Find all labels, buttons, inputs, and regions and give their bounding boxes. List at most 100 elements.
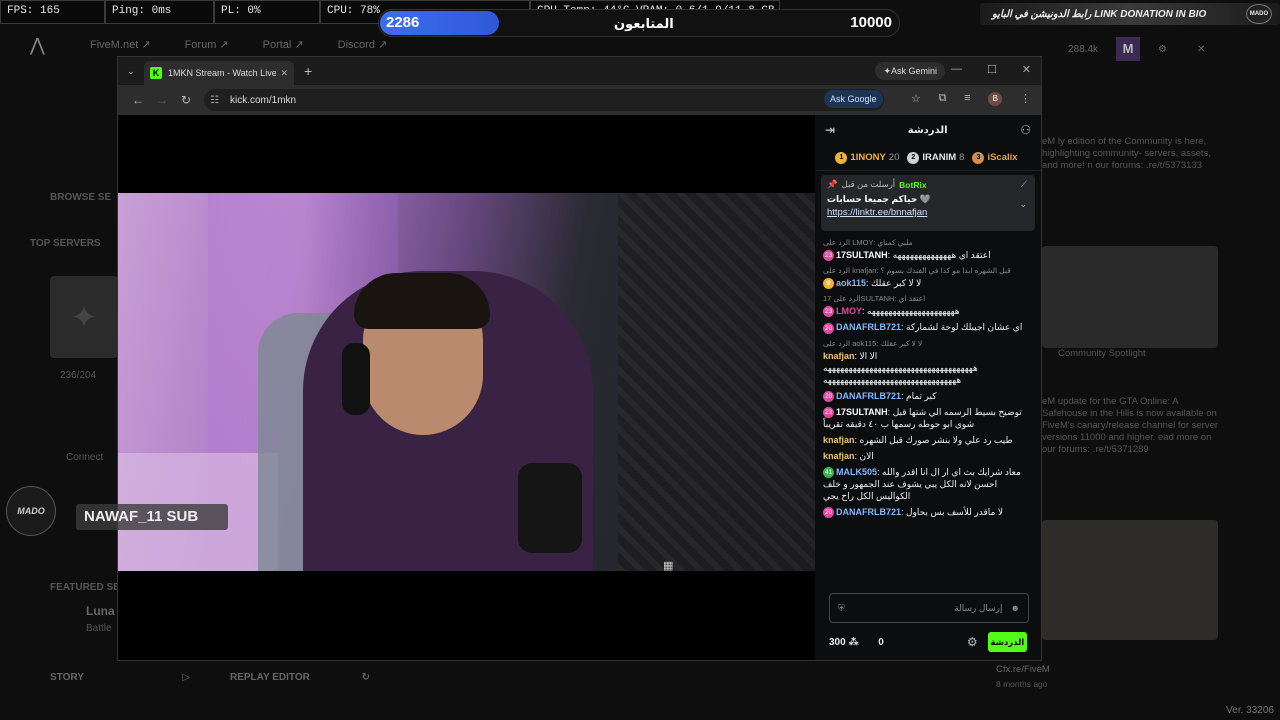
fivem-nav: ⋀ FiveM.net ↗ Forum ↗ Portal ↗ Discord ↗ — [30, 36, 450, 56]
chat-username[interactable]: knafjan — [823, 435, 855, 445]
forward-icon[interactable]: → — [150, 93, 174, 107]
chat-message[interactable]: knafjan: طيب رد علي ولا بنشر صورك قبل ال… — [823, 434, 1033, 446]
tab-kick-stream[interactable]: K 1MKN Stream - Watch Live on K ✕ — [144, 61, 294, 85]
chat-message[interactable]: الرد على aok115: لا لا كبر عقلك knafjan: … — [823, 338, 1033, 386]
pinned-user[interactable]: BotRix — [899, 180, 926, 190]
chat-users-icon[interactable]: ⚇ — [1020, 123, 1031, 137]
nav-portal[interactable]: Portal ↗ — [263, 38, 304, 56]
chat-username[interactable]: DANAFRLB721 — [836, 391, 901, 401]
news-item-2-image[interactable] — [1042, 520, 1218, 640]
address-bar[interactable]: ☷ kick.com/1mkn — [204, 89, 884, 111]
chat-username[interactable]: MALK505 — [836, 467, 877, 477]
settings-gear-icon[interactable]: ⚙ — [1158, 44, 1167, 55]
message-line: 20 DANAFRLB721: لا ماقدر للأسف بس بحاول — [823, 506, 1003, 518]
video-player[interactable]: ▦ — [118, 115, 815, 660]
emoji-icon[interactable]: ☻ — [1011, 603, 1020, 613]
nav-discord[interactable]: Discord ↗ — [338, 38, 388, 56]
message-line: knafjan: الا الا ههههههههههههههههههههههه… — [823, 350, 978, 385]
news-item-1-image[interactable] — [1042, 246, 1218, 348]
collapse-chat-icon[interactable]: ⇥ — [825, 123, 835, 137]
tab-search-icon[interactable]: ⌄ — [118, 66, 144, 77]
reading-list-icon[interactable]: ≡ — [964, 92, 970, 106]
follower-goal-bar: 2286 المتابعون 10000 — [378, 9, 900, 37]
reload-icon[interactable]: ↻ — [174, 93, 198, 107]
chat-username[interactable]: aok115 — [836, 278, 866, 288]
extensions-icon[interactable]: ⧉ — [939, 92, 947, 106]
chat-message[interactable]: الرد على 17SULTANH: اعتقد اي 23 LMOY: هههه… — [823, 293, 1033, 318]
server-emblem-image[interactable]: ✦ — [50, 276, 118, 358]
bookmark-star-icon[interactable]: ☆ — [911, 92, 921, 106]
chat-message[interactable]: knafjan: الان — [823, 450, 1033, 462]
shield-icon[interactable]: ⛨ — [838, 603, 845, 614]
chat-username[interactable]: knafjan — [823, 451, 855, 461]
chat-input[interactable]: ⛨ إرسال رسالة ☻ — [829, 593, 1029, 623]
new-tab-icon[interactable]: + — [304, 63, 312, 79]
chat-message[interactable]: 23 17SULTANH: توضيح بسيط الرسمه الي شتها … — [823, 406, 1033, 430]
replay-editor-button[interactable]: REPLAY EDITOR ↻ — [210, 664, 390, 692]
points-icon: ⁂ — [848, 636, 859, 648]
channel-points[interactable]: 300 ⁂ — [829, 637, 878, 648]
ask-gemini-button[interactable]: ✦ Ask Gemini — [875, 62, 945, 80]
user-avatar[interactable]: M — [1116, 37, 1141, 61]
chat-message[interactable]: 20 DANAFRLB721: كبر تمام — [823, 390, 1033, 402]
chat-text: طيب رد علي ولا بنشر صورك قبل الشهره — [859, 434, 1013, 445]
top-servers-heading: TOP SERVERS — [30, 238, 101, 249]
maximize-icon[interactable]: ☐ — [987, 63, 997, 76]
chat-message[interactable]: 20 DANAFRLB721: لا ماقدر للأسف بس بحاول — [823, 506, 1033, 518]
message-line: 20 DANAFRLB721: كبر تمام — [823, 390, 937, 402]
packet-loss-readout: PL: 0% — [214, 0, 320, 24]
gifter-name: iScalix — [987, 152, 1018, 163]
top-gifter[interactable]: 1 1INONY 20 — [835, 151, 899, 164]
chat-message[interactable]: الرد على LMOY: ملبي كمتاي 23 17SULTANH: اع… — [823, 237, 1033, 262]
chat-send-button[interactable]: الدردشة — [987, 632, 1027, 652]
browse-servers-label[interactable]: BROWSE SE — [50, 192, 111, 203]
chat-settings-icon[interactable]: ⚙ — [967, 635, 978, 649]
pinned-message[interactable]: 📌 أرسلت من قبل BotRix حياكم جميعا حسابات… — [821, 175, 1035, 231]
close-tab-icon[interactable]: ✕ — [280, 68, 288, 79]
pinned-link[interactable]: https://linktr.ee/bnnafjan — [827, 207, 1029, 218]
chat-username[interactable]: LMOY — [836, 306, 862, 316]
sub-alert: MADO NAWAF_11 SUB — [6, 486, 228, 536]
top-gifter[interactable]: 3 iScalix — [972, 151, 1020, 164]
sub-badge-icon: 20 — [823, 390, 834, 402]
chat-message[interactable]: 20 DANAFRLB721: اي عشان اجيبلك لوحة لشمار… — [823, 321, 1033, 334]
chat-message[interactable]: الرد على knafjan: قبل الشهره ابدا مو كذا… — [823, 265, 1033, 290]
community-spotlight-label: Community Spotlight — [1058, 348, 1146, 359]
chat-username[interactable]: 17SULTANH — [836, 250, 888, 260]
minimize-icon[interactable]: — — [951, 63, 962, 76]
nav-forum[interactable]: Forum ↗ — [185, 38, 229, 56]
fivem-logo-icon[interactable]: ⋀ — [30, 36, 50, 56]
chat-username[interactable]: 17SULTANH — [836, 407, 888, 417]
expand-chevron-icon[interactable]: ⌄ — [1019, 199, 1027, 210]
tab-title: 1MKN Stream - Watch Live on K — [168, 68, 277, 78]
story-mode-button[interactable]: STORY ▷ — [30, 664, 210, 692]
chat-message[interactable]: 41 MALK505: معاد شرايك بث اي ار ال انا اق… — [823, 466, 1033, 502]
mado-badge-icon: MADO — [6, 486, 56, 536]
chat-text: اي عشان اجيبلك لوحة لشماركة — [906, 322, 1023, 333]
unpin-icon[interactable]: ⟋ — [1021, 179, 1027, 190]
menu-dots-icon[interactable]: ⋮ — [1020, 92, 1031, 106]
sub-badge-icon: 20 — [823, 322, 834, 334]
back-icon[interactable]: ← — [126, 93, 150, 107]
screen: FPS: 165 Ping: 0ms PL: 0% CPU: 78% GPU T… — [0, 0, 1280, 720]
ask-google-button[interactable]: Ask Google — [824, 90, 883, 108]
close-icon[interactable]: ✕ — [1197, 44, 1205, 55]
follower-count: 2286 — [386, 14, 420, 31]
close-window-icon[interactable]: ✕ — [1022, 63, 1031, 76]
stat-1: 288.4k — [1068, 43, 1099, 55]
nav-fivem[interactable]: FiveM.net ↗ — [90, 38, 151, 56]
chat-username[interactable]: DANAFRLB721 — [836, 322, 901, 332]
profile-avatar[interactable]: B — [988, 92, 1003, 106]
message-line: 23 17SULTANH: توضيح بسيط الرسمه الي شتها … — [823, 406, 1022, 429]
wall-pattern — [618, 193, 815, 571]
version-label: Ver. 33206 — [1226, 705, 1274, 716]
points-zero: 0 — [878, 636, 884, 648]
featured-server-name[interactable]: Luna — [86, 604, 115, 618]
top-gifter[interactable]: 2 IRANIM 8 — [907, 151, 964, 164]
chat-username[interactable]: DANAFRLB721 — [836, 507, 901, 517]
connect-button[interactable]: Connect — [66, 452, 103, 463]
site-info-icon[interactable]: ☷ — [210, 95, 224, 106]
news-source[interactable]: Cfx.re/FiveM — [996, 664, 1050, 676]
chat-username[interactable]: knafjan — [823, 351, 855, 361]
news-age: 8 months ago — [996, 679, 1048, 689]
